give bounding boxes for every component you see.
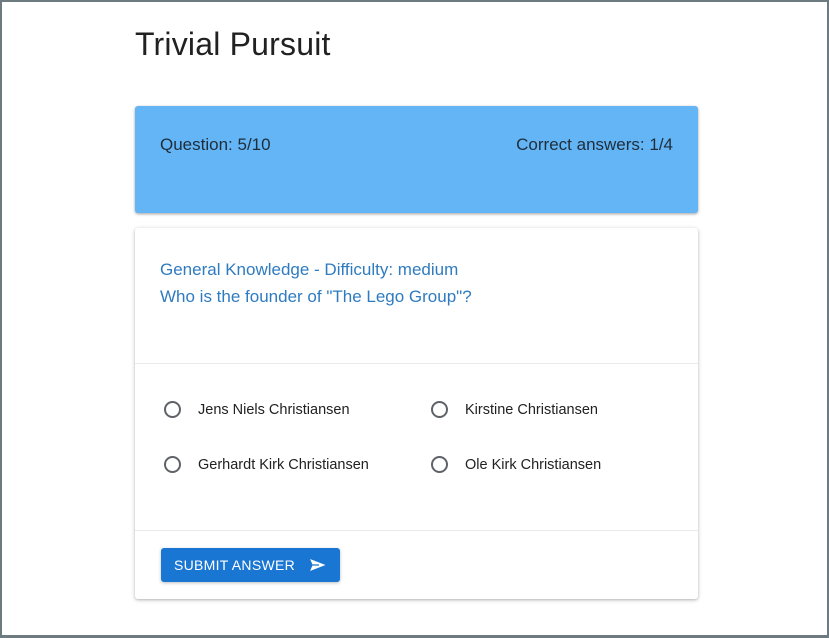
radio-button[interactable] xyxy=(164,456,181,473)
app-window: Trivial Pursuit Question: 5/10 Correct a… xyxy=(0,0,829,638)
divider xyxy=(135,530,698,531)
divider xyxy=(135,363,698,364)
answer-option[interactable]: Gerhardt Kirk Christiansen xyxy=(164,456,369,473)
question-card: General Knowledge - Difficulty: medium W… xyxy=(135,228,698,599)
answer-option-label: Gerhardt Kirk Christiansen xyxy=(198,456,369,473)
question-progress: Question: 5/10 xyxy=(160,135,271,154)
submit-answer-button[interactable]: SUBMIT ANSWER xyxy=(161,548,340,582)
question-text: Who is the founder of "The Lego Group"? xyxy=(160,287,472,306)
answer-option-label: Kirstine Christiansen xyxy=(465,401,598,418)
answer-option[interactable]: Kirstine Christiansen xyxy=(431,401,598,418)
question-header: General Knowledge - Difficulty: medium W… xyxy=(160,256,472,310)
radio-button[interactable] xyxy=(431,456,448,473)
status-card: Question: 5/10 Correct answers: 1/4 xyxy=(135,106,698,213)
send-icon xyxy=(309,558,328,572)
answer-option[interactable]: Jens Niels Christiansen xyxy=(164,401,350,418)
radio-button[interactable] xyxy=(164,401,181,418)
radio-button[interactable] xyxy=(431,401,448,418)
correct-answers-count: Correct answers: 1/4 xyxy=(516,135,673,154)
answer-option-label: Jens Niels Christiansen xyxy=(198,401,350,418)
question-category: General Knowledge - Difficulty: medium xyxy=(160,260,459,279)
answer-option[interactable]: Ole Kirk Christiansen xyxy=(431,456,601,473)
submit-answer-label: SUBMIT ANSWER xyxy=(173,557,296,573)
page-title: Trivial Pursuit xyxy=(135,26,331,62)
answer-option-label: Ole Kirk Christiansen xyxy=(465,456,602,473)
